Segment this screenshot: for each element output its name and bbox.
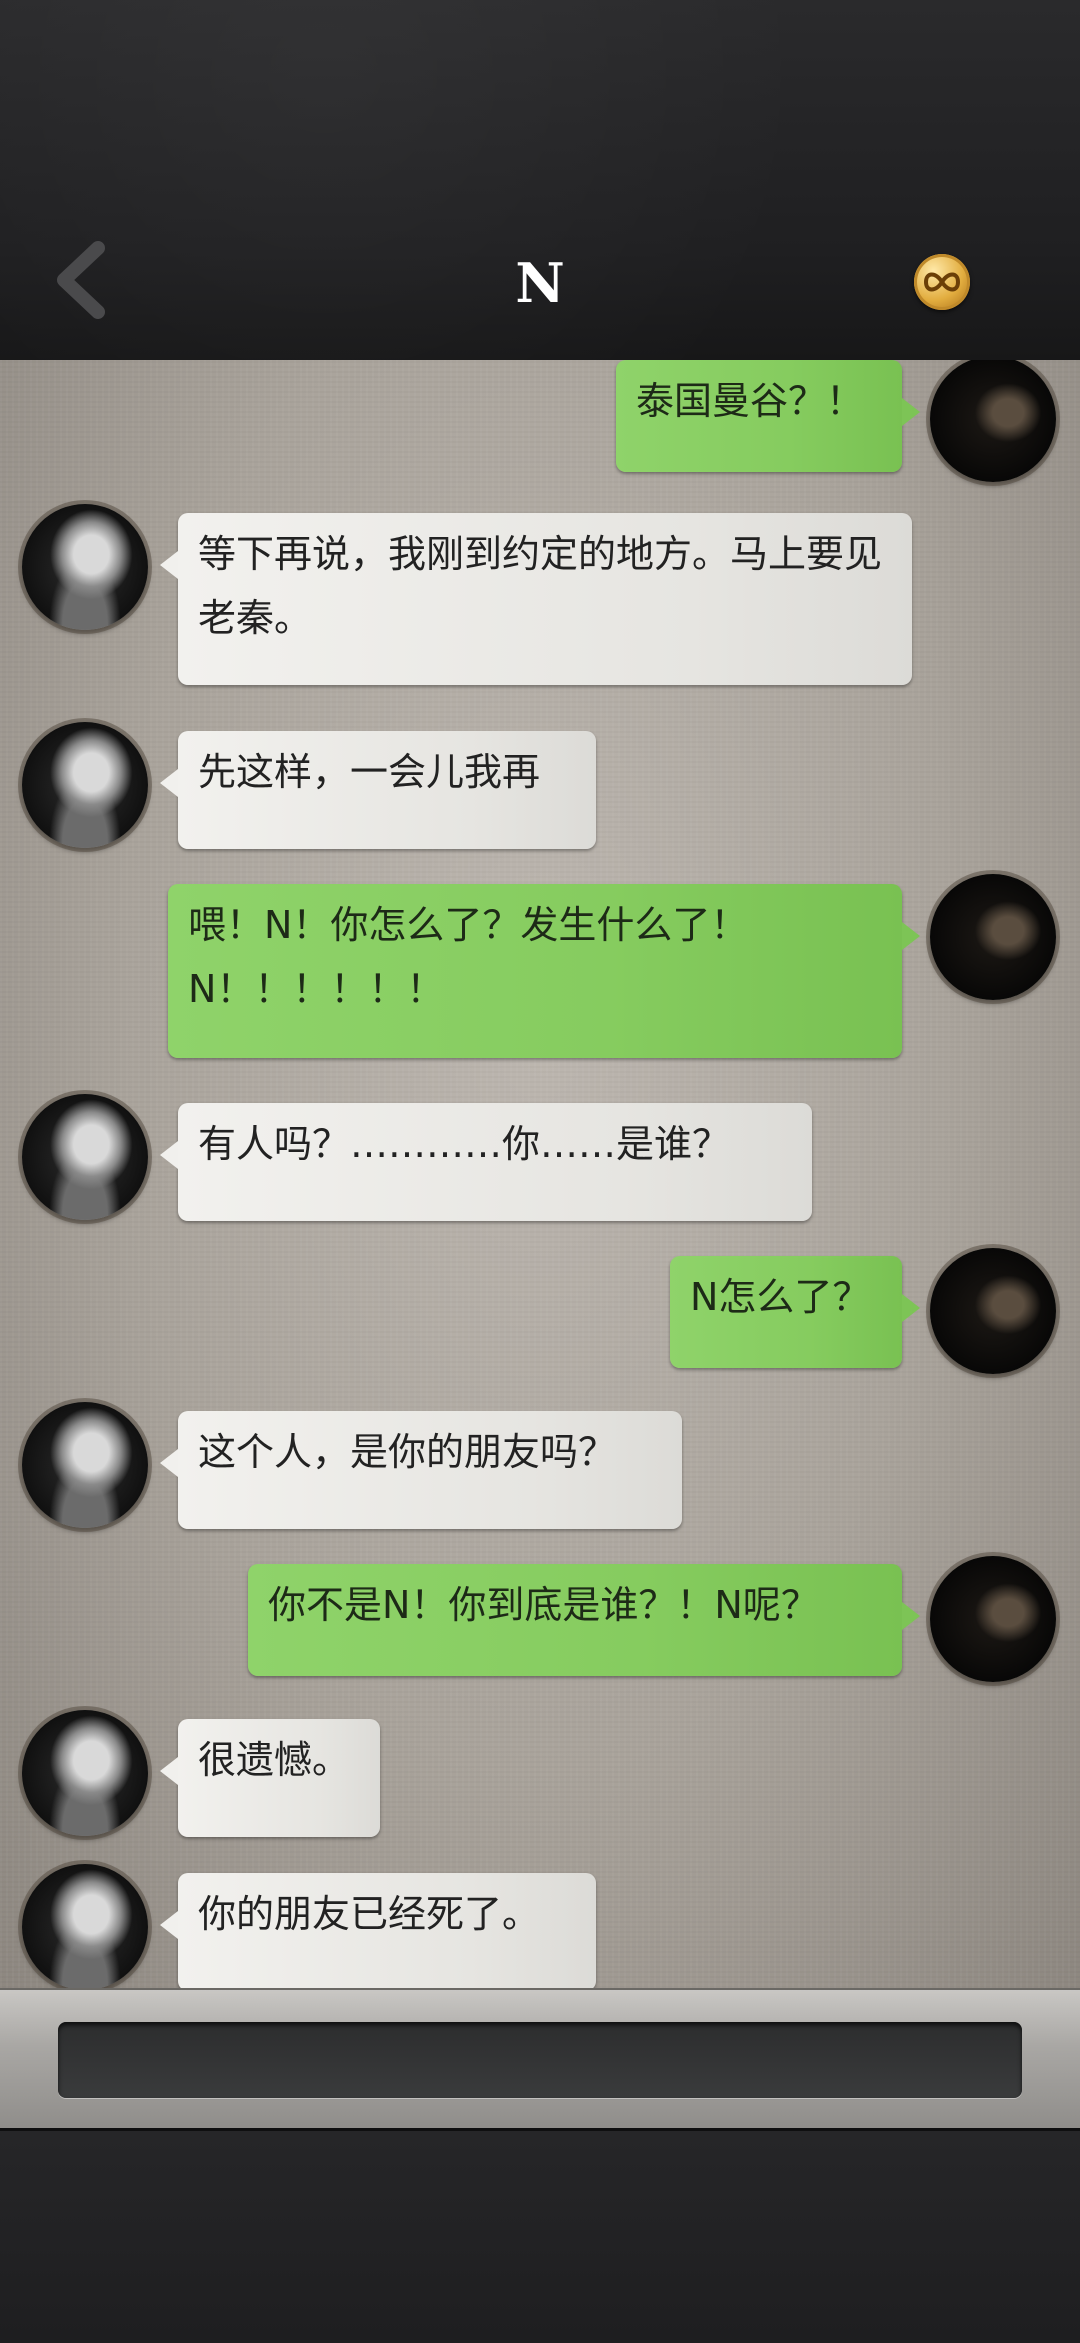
- message-bubble-mine[interactable]: 泰国曼谷？！: [616, 360, 920, 472]
- message-bubble-contact[interactable]: 先这样，一会儿我再: [160, 731, 596, 849]
- message-text: 泰国曼谷？！: [636, 379, 865, 423]
- message-text: 喂！N！你怎么了？发生什么了！N！！！！！！: [188, 903, 749, 1011]
- message-list[interactable]: 泰国曼谷？！ 等下再说，我刚到约定的地方。马上要见老秦。 先这样，一会儿我再 喂…: [0, 360, 1080, 1988]
- infinity-coin-icon: [923, 272, 961, 292]
- message-bubble-contact[interactable]: 你的朋友已经死了。: [160, 1873, 596, 1988]
- message-text: 等下再说，我刚到约定的地方。马上要见老秦。: [198, 532, 883, 640]
- contact-avatar[interactable]: [22, 1864, 148, 1988]
- message-text: 这个人，是你的朋友吗？: [198, 1430, 617, 1474]
- infinity-coin-button[interactable]: [914, 254, 970, 310]
- message-bubble-mine[interactable]: 喂！N！你怎么了？发生什么了！N！！！！！！: [168, 884, 920, 1058]
- top-bar: N: [0, 0, 1080, 362]
- my-avatar[interactable]: [930, 360, 1056, 482]
- contact-avatar[interactable]: [22, 722, 148, 848]
- message-text: 先这样，一会儿我再: [198, 750, 541, 794]
- message-text: N怎么了？: [690, 1275, 871, 1319]
- message-input[interactable]: [58, 2022, 1022, 2098]
- my-avatar[interactable]: [930, 874, 1056, 1000]
- contact-avatar[interactable]: [22, 1710, 148, 1836]
- my-avatar[interactable]: [930, 1556, 1056, 1682]
- message-bubble-mine[interactable]: 你不是N！你到底是谁？！N呢？: [248, 1564, 920, 1676]
- message-text: 很遗憾。: [198, 1738, 351, 1782]
- message-text: 你的朋友已经死了。: [198, 1892, 541, 1936]
- message-text: 有人吗？…………你……是谁？: [198, 1122, 731, 1166]
- contact-avatar[interactable]: [22, 1094, 148, 1220]
- contact-avatar[interactable]: [22, 504, 148, 630]
- message-bubble-contact[interactable]: 这个人，是你的朋友吗？: [160, 1411, 682, 1529]
- message-bubble-mine[interactable]: N怎么了？: [670, 1256, 920, 1368]
- message-text: 你不是N！你到底是谁？！N呢？: [268, 1583, 819, 1627]
- message-bubble-contact[interactable]: 等下再说，我刚到约定的地方。马上要见老秦。: [160, 513, 912, 685]
- my-avatar[interactable]: [930, 1248, 1056, 1374]
- bottom-panel: [0, 2128, 1080, 2343]
- message-bubble-contact[interactable]: 有人吗？…………你……是谁？: [160, 1103, 812, 1221]
- input-bar: [0, 1988, 1080, 2130]
- contact-avatar[interactable]: [22, 1402, 148, 1528]
- message-bubble-contact[interactable]: 很遗憾。: [160, 1719, 380, 1837]
